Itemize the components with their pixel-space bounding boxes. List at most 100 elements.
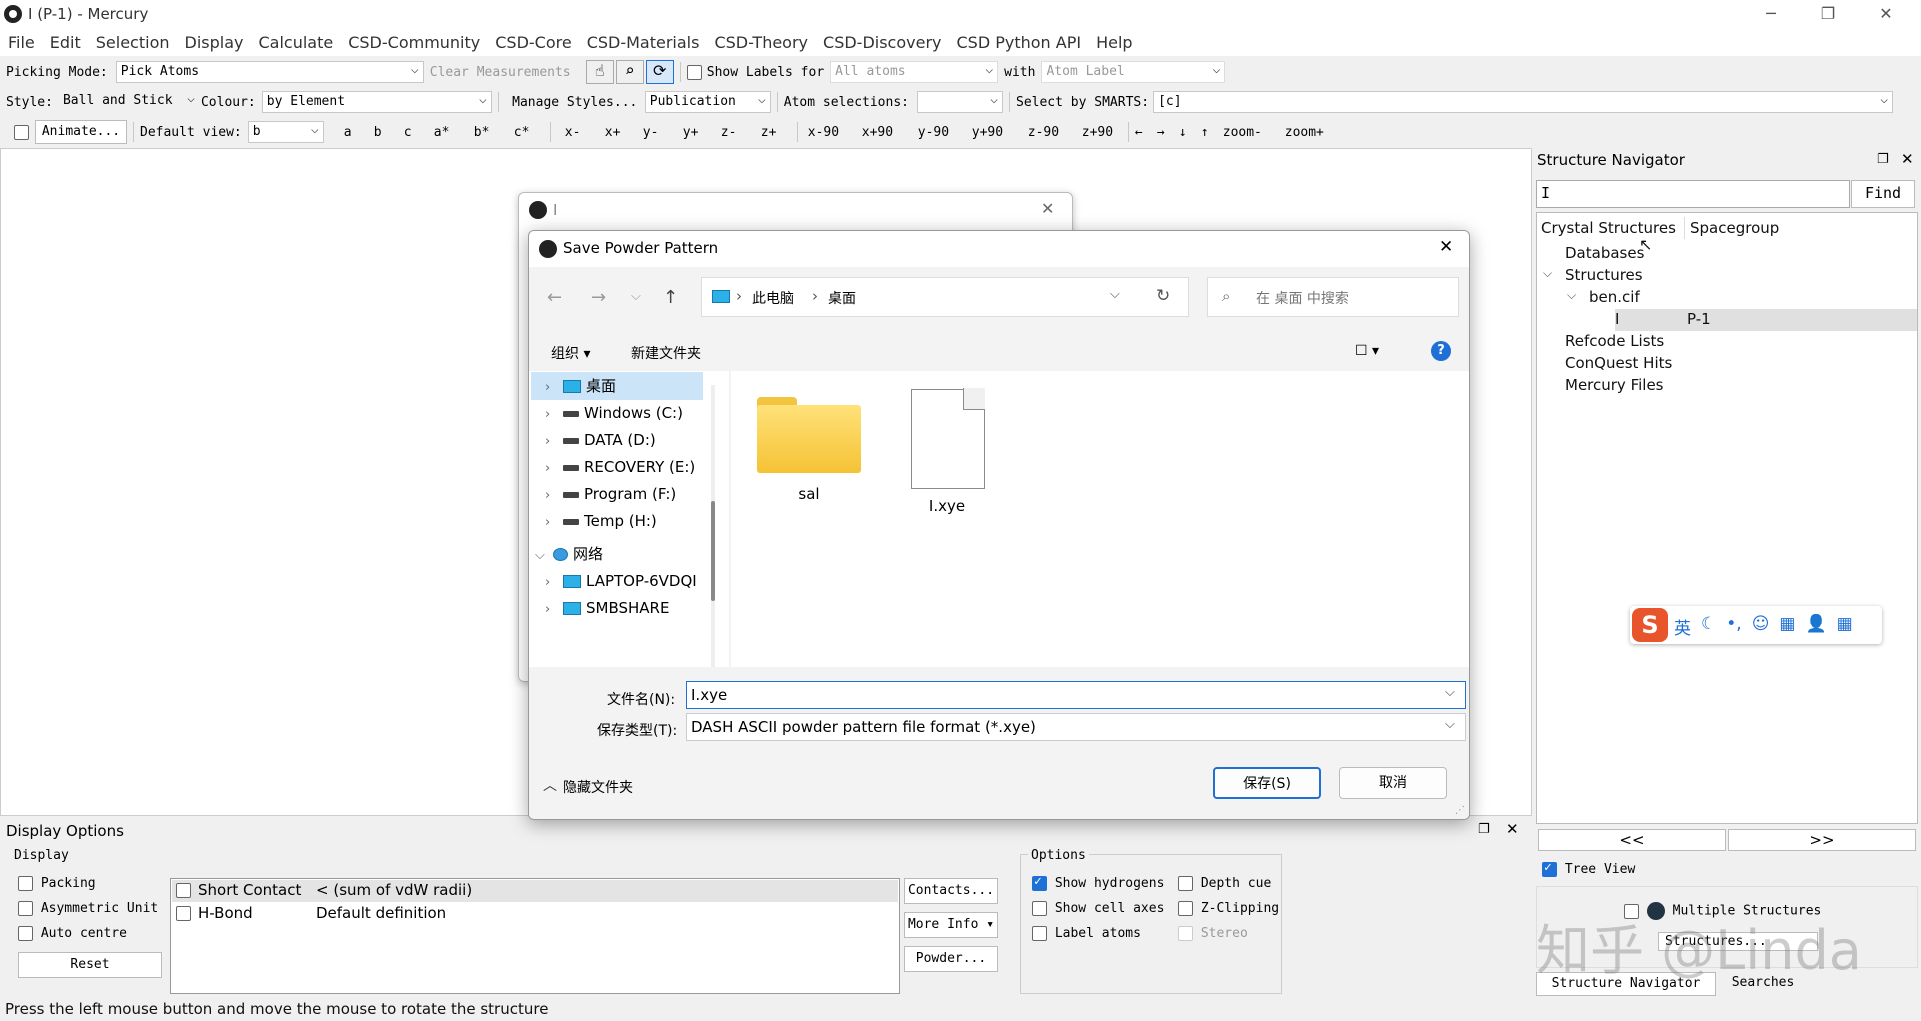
atom-selections-select[interactable] bbox=[917, 90, 1003, 113]
next-structure-button[interactable]: >> bbox=[1728, 829, 1916, 851]
arrow-left-icon[interactable]: ← bbox=[1135, 125, 1157, 140]
expand-icon[interactable]: › bbox=[545, 596, 563, 624]
depth-cue-option[interactable]: Depth cue bbox=[1178, 876, 1271, 891]
move-y-plus-button[interactable]: y+ bbox=[683, 125, 721, 140]
short-contact-checkbox[interactable] bbox=[176, 883, 191, 898]
tree-refcode-lists[interactable]: Refcode Lists bbox=[1565, 332, 1664, 350]
zoom-out-button[interactable]: zoom- bbox=[1223, 125, 1285, 140]
menu-csd-discovery[interactable]: CSD-Discovery bbox=[823, 33, 941, 52]
smarts-input[interactable]: [c] bbox=[1153, 90, 1894, 113]
tree-databases[interactable]: Databases bbox=[1565, 244, 1644, 262]
animate-button[interactable]: Animate... bbox=[35, 120, 127, 144]
close-button[interactable]: ✕ bbox=[1866, 3, 1906, 25]
view-a-star-button[interactable]: a* bbox=[434, 125, 474, 140]
minimize-button[interactable]: ─ bbox=[1751, 3, 1791, 25]
ime-moon-icon[interactable]: ☾ bbox=[1701, 614, 1716, 639]
tree-view-checkbox[interactable] bbox=[1542, 860, 1557, 877]
column-spacegroup[interactable]: Spacegroup bbox=[1690, 219, 1779, 237]
path-desktop[interactable]: 桌面 bbox=[828, 288, 856, 308]
view-c-star-button[interactable]: c* bbox=[514, 125, 544, 140]
view-options-icon[interactable]: ☐ ▾ bbox=[1355, 343, 1379, 359]
with-select[interactable]: Atom Label bbox=[1041, 60, 1226, 83]
menu-csd-python-api[interactable]: CSD Python API bbox=[956, 33, 1081, 52]
menu-display[interactable]: Display bbox=[185, 33, 244, 52]
close-panel-icon[interactable]: ✕ bbox=[1506, 820, 1519, 838]
packing-checkbox[interactable] bbox=[18, 876, 33, 891]
style-select[interactable]: Ball and Stick bbox=[59, 89, 199, 113]
view-c-button[interactable]: c bbox=[404, 125, 434, 140]
menu-selection[interactable]: Selection bbox=[96, 33, 170, 52]
label-atoms-checkbox[interactable] bbox=[1032, 926, 1047, 941]
refresh-icon[interactable]: ↻ bbox=[1156, 286, 1170, 306]
animate-checkbox[interactable] bbox=[14, 124, 29, 140]
tree-structures[interactable]: Structures bbox=[1565, 266, 1643, 284]
nav-item-network[interactable]: ⌵ 网络 bbox=[529, 540, 729, 568]
tree-mercury-files[interactable]: Mercury Files bbox=[1565, 376, 1664, 394]
address-dropdown-icon[interactable]: ⌵ bbox=[1110, 287, 1120, 302]
expand-icon[interactable]: › bbox=[545, 509, 563, 537]
find-button[interactable]: Find bbox=[1851, 180, 1915, 208]
menu-file[interactable]: File bbox=[8, 33, 35, 52]
label-atoms-option[interactable]: Label atoms bbox=[1032, 926, 1141, 941]
file-item-folder[interactable]: sal bbox=[751, 387, 861, 507]
more-info-button[interactable]: More Info ▾ bbox=[904, 912, 998, 938]
labels-for-select[interactable]: All atoms bbox=[830, 60, 999, 83]
save-button[interactable]: 保存(S) bbox=[1213, 767, 1321, 799]
prev-structure-button[interactable]: << bbox=[1538, 829, 1726, 851]
menu-csd-community[interactable]: CSD-Community bbox=[348, 33, 480, 52]
move-x-minus-button[interactable]: x- bbox=[565, 125, 605, 140]
navigator-search-input[interactable]: I bbox=[1536, 180, 1850, 208]
float-panel-icon[interactable]: ❐ bbox=[1478, 822, 1490, 837]
tree-conquest-hits[interactable]: ConQuest Hits bbox=[1565, 354, 1672, 372]
asymmetric-unit-checkbox[interactable] bbox=[18, 901, 33, 916]
expand-icon[interactable]: › bbox=[545, 482, 563, 510]
filetype-select[interactable]: DASH ASCII powder pattern file format (*… bbox=[686, 713, 1466, 741]
ime-menu-icon[interactable]: ▦ bbox=[1837, 614, 1853, 639]
address-bar[interactable]: › 此电脑 › 桌面 ⌵ ↻ bbox=[701, 277, 1189, 317]
filename-input[interactable]: I.xye bbox=[686, 681, 1466, 709]
z-clipping-option[interactable]: Z-Clipping bbox=[1178, 901, 1279, 916]
show-labels-checkbox[interactable] bbox=[686, 64, 702, 80]
back-button[interactable]: ← bbox=[547, 287, 562, 308]
menu-csd-core[interactable]: CSD-Core bbox=[495, 33, 571, 52]
list-item[interactable]: H-Bond Default definition bbox=[172, 903, 898, 925]
asymmetric-unit-option[interactable]: Asymmetric Unit bbox=[18, 901, 158, 916]
auto-centre-checkbox[interactable] bbox=[18, 926, 33, 941]
hbond-checkbox[interactable] bbox=[176, 906, 191, 921]
navpane-scrollbar-thumb[interactable] bbox=[711, 501, 715, 601]
arrow-up-icon[interactable]: ↑ bbox=[1201, 125, 1223, 140]
organize-button[interactable]: 组织 ▾ bbox=[551, 343, 590, 363]
rotate-y-minus-button[interactable]: y-90 bbox=[918, 125, 972, 140]
filename-dropdown-icon[interactable]: ⌵ bbox=[1445, 685, 1455, 700]
menu-edit[interactable]: Edit bbox=[50, 33, 81, 52]
nav-item-temp-h[interactable]: › Temp (H:) bbox=[529, 507, 729, 535]
colour-select[interactable]: by Element bbox=[261, 90, 492, 113]
menu-csd-materials[interactable]: CSD-Materials bbox=[587, 33, 700, 52]
expand-icon[interactable]: › bbox=[545, 374, 563, 402]
background-dialog-close-button[interactable]: ✕ bbox=[1041, 199, 1054, 218]
clear-measurements-button[interactable]: Clear Measurements bbox=[430, 65, 580, 80]
show-cell-axes-option[interactable]: Show cell axes bbox=[1032, 901, 1164, 916]
magnify-pick-icon[interactable]: ⌕ bbox=[615, 60, 644, 84]
search-box[interactable]: ⌕ 在 桌面 中搜索 bbox=[1207, 277, 1459, 317]
arrow-right-icon[interactable]: → bbox=[1157, 125, 1179, 140]
help-icon[interactable]: ? bbox=[1431, 341, 1451, 361]
menu-calculate[interactable]: Calculate bbox=[258, 33, 333, 52]
nav-item-recovery-e[interactable]: › RECOVERY (E:) bbox=[529, 453, 729, 481]
recent-locations-icon[interactable]: ⌵ bbox=[631, 289, 641, 304]
nav-item-windows-c[interactable]: › Windows (C:) bbox=[529, 399, 729, 427]
nav-item-data-d[interactable]: › DATA (D:) bbox=[529, 426, 729, 454]
column-crystal-structures[interactable]: Crystal Structures bbox=[1541, 219, 1676, 237]
move-z-minus-button[interactable]: z- bbox=[721, 125, 761, 140]
cancel-button[interactable]: 取消 bbox=[1339, 767, 1447, 799]
resize-grip-icon[interactable]: ⋰ bbox=[1455, 805, 1465, 816]
expand-structures-icon[interactable]: ⌵ bbox=[1543, 266, 1552, 281]
move-z-plus-button[interactable]: z+ bbox=[761, 125, 791, 140]
hide-folders-button[interactable]: 隐藏文件夹 bbox=[563, 777, 633, 797]
view-a-button[interactable]: a bbox=[344, 125, 366, 140]
nav-item-program-f[interactable]: › Program (F:) bbox=[529, 480, 729, 508]
picking-mode-select[interactable]: Pick Atoms bbox=[115, 60, 424, 83]
menu-csd-theory[interactable]: CSD-Theory bbox=[714, 33, 808, 52]
rotate-pick-icon[interactable]: ⟳ bbox=[645, 60, 674, 84]
view-b-star-button[interactable]: b* bbox=[474, 125, 514, 140]
